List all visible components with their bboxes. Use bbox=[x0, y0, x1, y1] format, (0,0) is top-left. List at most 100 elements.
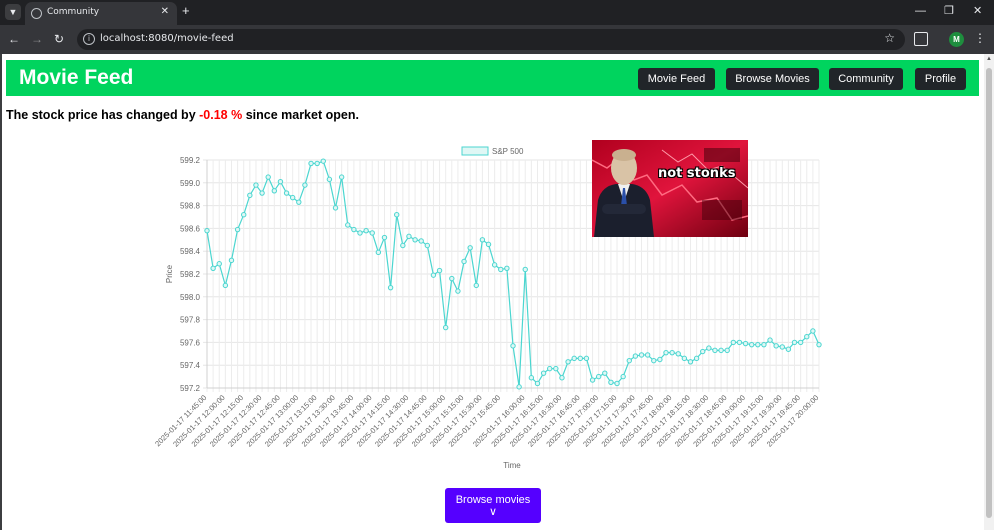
data-point bbox=[810, 328, 816, 334]
y-tick-label: 598.4 bbox=[180, 247, 201, 256]
data-point bbox=[651, 357, 657, 364]
data-point bbox=[381, 234, 388, 241]
price-change-message: The stock price has changed by -0.18 % s… bbox=[6, 108, 359, 122]
data-point bbox=[387, 284, 394, 291]
bookmark-star-icon[interactable]: ☆ bbox=[884, 31, 895, 45]
globe-icon bbox=[31, 8, 42, 19]
price-change-prefix: The stock price has changed by bbox=[6, 108, 200, 122]
data-point bbox=[461, 258, 467, 265]
y-tick-label: 597.2 bbox=[180, 384, 201, 393]
data-point bbox=[308, 160, 314, 167]
data-point bbox=[816, 341, 822, 348]
extensions-icon[interactable] bbox=[914, 32, 928, 46]
browser-menu-icon[interactable]: ⋮ bbox=[974, 31, 986, 45]
profile-avatar[interactable]: M bbox=[949, 32, 964, 47]
data-point bbox=[748, 341, 755, 348]
nav-community[interactable]: Community bbox=[829, 68, 903, 90]
minimize-icon[interactable]: — bbox=[915, 4, 926, 18]
y-tick-label: 597.4 bbox=[180, 361, 201, 370]
data-point bbox=[351, 226, 357, 233]
data-point bbox=[553, 365, 559, 372]
data-point bbox=[216, 261, 222, 267]
price-change-value: -0.18 % bbox=[199, 108, 243, 122]
y-tick-label: 598.6 bbox=[180, 224, 201, 233]
data-point bbox=[283, 190, 290, 196]
data-point bbox=[430, 272, 437, 278]
data-point bbox=[540, 370, 547, 376]
scrollbar-thumb[interactable] bbox=[986, 68, 992, 518]
page-scrollbar[interactable]: ▲ bbox=[984, 54, 994, 530]
data-point bbox=[712, 347, 718, 354]
data-point bbox=[687, 359, 694, 365]
forward-icon[interactable]: → bbox=[31, 32, 43, 46]
y-tick-label: 598.8 bbox=[180, 202, 201, 211]
data-point bbox=[528, 375, 535, 381]
data-point bbox=[730, 339, 737, 346]
browse-movies-label: Browse movies bbox=[455, 494, 531, 506]
data-point bbox=[473, 282, 479, 289]
price-change-suffix: since market open. bbox=[242, 108, 359, 122]
scroll-up-icon[interactable]: ▲ bbox=[984, 56, 994, 62]
data-point bbox=[277, 178, 284, 185]
data-point bbox=[761, 341, 767, 348]
close-tab-icon[interactable]: ✕ bbox=[161, 6, 169, 17]
data-point bbox=[773, 343, 779, 349]
data-point bbox=[718, 347, 724, 354]
new-tab-icon[interactable]: + bbox=[182, 4, 190, 18]
data-point bbox=[785, 346, 792, 352]
data-point bbox=[234, 226, 241, 233]
data-point bbox=[595, 373, 602, 380]
data-point bbox=[338, 174, 345, 180]
data-point bbox=[571, 355, 577, 362]
page-viewport: Movie Feed Movie Feed Browse Movies Comm… bbox=[0, 54, 994, 530]
data-point bbox=[363, 227, 369, 234]
reload-icon[interactable]: ↻ bbox=[54, 32, 64, 46]
data-point bbox=[394, 212, 400, 218]
data-point bbox=[669, 349, 675, 356]
tab-search-icon[interactable]: ▼ bbox=[5, 4, 21, 20]
data-point bbox=[400, 242, 406, 249]
data-point bbox=[222, 282, 229, 289]
data-point bbox=[632, 353, 639, 359]
data-point bbox=[644, 352, 651, 358]
chevron-down-icon: ∨ bbox=[488, 506, 498, 518]
data-point bbox=[265, 174, 271, 180]
data-point bbox=[534, 380, 541, 387]
site-header: Movie Feed Movie Feed Browse Movies Comm… bbox=[6, 60, 979, 96]
data-point bbox=[577, 355, 584, 362]
data-point bbox=[724, 347, 730, 354]
legend-swatch bbox=[461, 146, 489, 156]
close-window-icon[interactable]: ✕ bbox=[973, 4, 982, 18]
browse-movies-button[interactable]: Browse movies ∨ bbox=[445, 488, 541, 523]
meme-caption: not stonks bbox=[658, 166, 736, 181]
browser-tab[interactable]: Community ✕ bbox=[25, 2, 177, 25]
data-point bbox=[375, 249, 382, 256]
data-point bbox=[357, 230, 363, 236]
data-point bbox=[663, 349, 669, 356]
url-text[interactable]: localhost:8080/movie-feed bbox=[100, 33, 234, 44]
data-point bbox=[755, 341, 761, 348]
data-point bbox=[706, 345, 712, 351]
data-point bbox=[412, 237, 418, 243]
data-point bbox=[614, 380, 620, 387]
data-point bbox=[504, 265, 510, 272]
back-icon[interactable]: ← bbox=[8, 32, 20, 46]
data-point bbox=[345, 222, 351, 228]
data-point bbox=[332, 205, 339, 211]
nav-profile[interactable]: Profile bbox=[915, 68, 966, 90]
data-point bbox=[522, 266, 528, 273]
address-bar[interactable]: i localhost:8080/movie-feed ☆ bbox=[77, 29, 905, 50]
data-point bbox=[565, 359, 571, 365]
data-point bbox=[626, 357, 632, 364]
site-info-icon[interactable]: i bbox=[83, 33, 95, 45]
y-tick-label: 599.2 bbox=[180, 156, 201, 165]
data-point bbox=[516, 384, 522, 390]
nav-movie-feed[interactable]: Movie Feed bbox=[638, 68, 715, 90]
data-point bbox=[791, 339, 798, 346]
nav-browse-movies[interactable]: Browse Movies bbox=[726, 68, 819, 90]
data-point bbox=[289, 194, 296, 201]
y-tick-label: 597.6 bbox=[180, 338, 201, 347]
maximize-icon[interactable]: ❐ bbox=[944, 4, 954, 18]
data-point bbox=[700, 348, 706, 355]
data-point bbox=[638, 352, 645, 358]
